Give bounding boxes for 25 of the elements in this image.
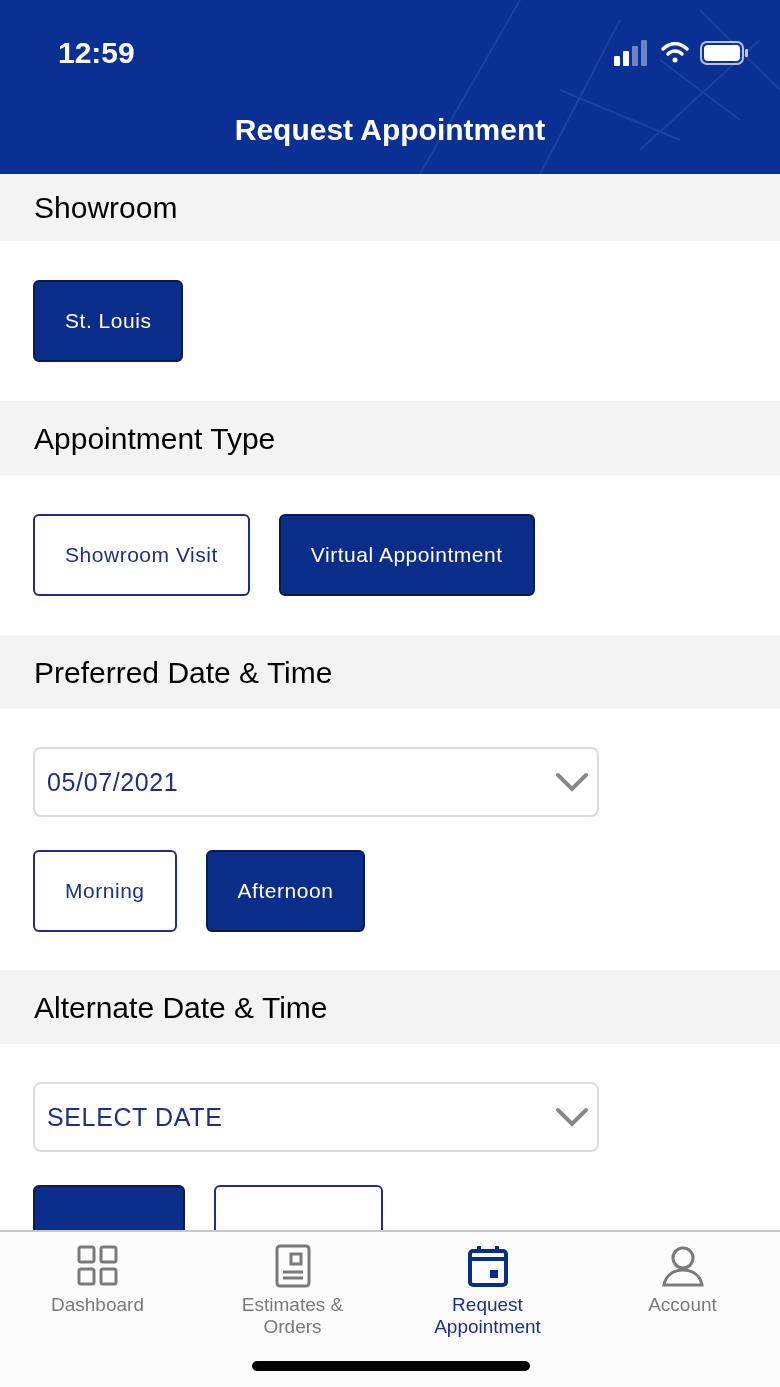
battery-icon [700,40,748,65]
calendar-icon [465,1244,510,1288]
option-button[interactable]: Morning [33,850,177,932]
option-button[interactable]: Afternoon [205,850,366,932]
section-header: Showroom [0,174,780,241]
screen-title: Request Appointment [234,112,546,148]
signal-icon [614,39,650,66]
person-icon [660,1244,705,1288]
tab-bar-item[interactable]: Dashboard [0,1244,195,1316]
section-header: Preferred Date & Time [0,635,780,709]
section-header: Alternate Date & Time [0,970,780,1044]
chevron-down-icon [555,1107,589,1127]
grid-icon [75,1244,120,1288]
chevron-down-icon [555,772,589,792]
tab-bar-item[interactable]: Request Appointment [390,1244,585,1338]
section-header: Appointment Type [0,401,780,475]
tab-bar-item[interactable]: Estimates & Orders [195,1244,390,1338]
date-select[interactable]: SELECT DATE [33,1082,599,1152]
option-button[interactable]: Virtual Appointment [278,514,535,596]
date-select[interactable]: 05/07/2021 [33,747,599,817]
tab-bar-item[interactable]: Account [585,1244,780,1316]
option-button[interactable]: St. Louis [33,280,184,362]
wifi-icon [660,40,690,65]
option-button[interactable]: Showroom Visit [33,514,250,596]
status-time: 12:59 [58,35,135,71]
